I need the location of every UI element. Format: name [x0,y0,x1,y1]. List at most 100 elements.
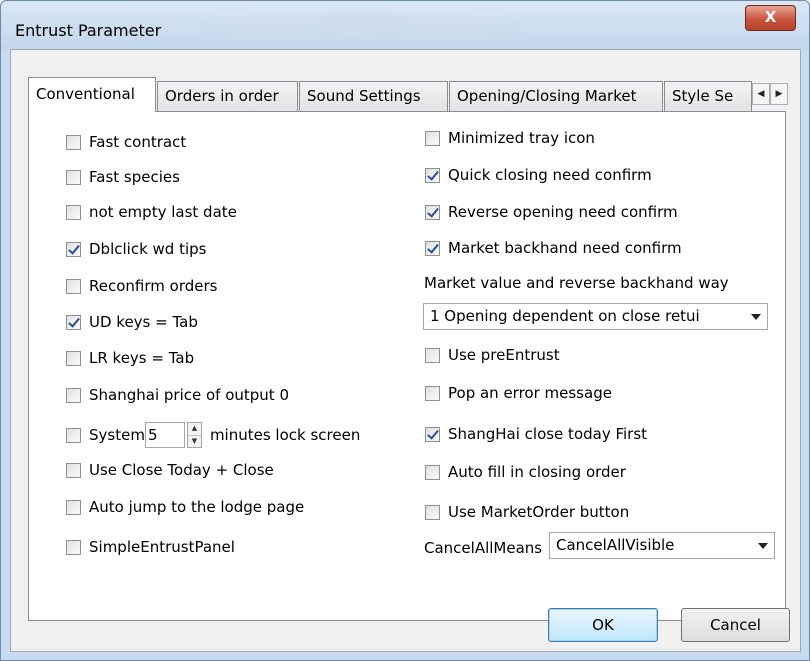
option-not-empty-last-date[interactable]: not empty last date [66,200,237,224]
option-market-backhand-confirm[interactable]: Market backhand need confirm [425,236,682,260]
option-lr-keys-tab[interactable]: LR keys = Tab [66,346,194,370]
checkbox-label: LR keys = Tab [89,349,195,367]
tab-label: Sound Settings [307,87,421,105]
tab-scroll-right-icon[interactable]: ▶ [770,83,788,105]
tab-label: Opening/Closing Market [457,87,637,105]
checkbox-label: Use MarketOrder button [448,503,630,521]
checkbox[interactable] [425,347,440,363]
checkbox-label: Shanghai price of output 0 [89,386,289,404]
tab-label: Orders in order [165,87,279,105]
checkbox[interactable] [66,427,81,443]
checkbox[interactable] [66,241,81,257]
checkbox-label: Minimized tray icon [448,129,595,147]
tab-scroll-arrows: ◀ ▶ [752,83,788,107]
option-reconfirm-orders[interactable]: Reconfirm orders [66,274,217,298]
lock-screen-suffix: minutes lock screen [209,426,361,444]
checkbox-label: System [89,426,145,444]
tab-orders-in-order[interactable]: Orders in order [157,81,298,111]
checkbox-label: Fast species [89,168,180,186]
stepper-down-icon[interactable]: ▼ [187,434,201,447]
checkbox[interactable] [66,204,81,220]
dialog-client-area: Conventional Orders in order Sound Setti… [10,49,801,652]
option-fast-contract[interactable]: Fast contract [66,130,186,154]
tab-label: Conventional [36,85,135,103]
option-reverse-opening-confirm[interactable]: Reverse opening need confirm [425,200,678,224]
tab-sound-settings[interactable]: Sound Settings [299,81,448,111]
checkbox[interactable] [66,134,81,150]
tab-label: Style Se [672,87,734,105]
backhand-way-select[interactable]: 1 Opening dependent on close retui [423,303,768,330]
checkbox-label: Pop an error message [448,384,612,402]
checkbox-label: Use Close Today + Close [89,461,274,479]
tab-conventional[interactable]: Conventional [28,77,156,112]
cancel-all-label: CancelAllMeans [424,539,543,557]
option-fast-species[interactable]: Fast species [66,165,180,189]
checkbox-label: Market backhand need confirm [448,239,682,257]
tab-strip: Conventional Orders in order Sound Setti… [28,77,788,112]
checkbox-label: Quick closing need confirm [448,166,652,184]
close-icon: X [764,8,777,26]
close-button[interactable]: X [745,5,796,31]
title-bar[interactable]: Entrust Parameter X [1,1,809,49]
option-simple-entrust-panel[interactable]: SimpleEntrustPanel [66,535,235,559]
checkbox[interactable] [66,539,81,555]
tab-scroll-left-icon[interactable]: ◀ [752,83,770,105]
option-use-marketorder-button[interactable]: Use MarketOrder button [425,500,629,524]
checkbox[interactable] [425,204,440,220]
checkbox-label: Auto fill in closing order [448,463,626,481]
backhand-way-value: 1 Opening dependent on close retui [430,307,700,325]
checkbox-label: Use preEntrust [448,346,560,364]
checkbox[interactable] [66,314,81,330]
cancel-button[interactable]: Cancel [681,608,790,642]
option-auto-fill-closing-order[interactable]: Auto fill in closing order [425,460,626,484]
checkbox[interactable] [425,464,440,480]
checkbox[interactable] [425,385,440,401]
tab-style-settings[interactable]: Style Se [664,81,752,111]
option-dblclick-wd-tips[interactable]: Dblclick wd tips [66,237,206,261]
checkbox[interactable] [425,130,440,146]
option-quick-closing-confirm[interactable]: Quick closing need confirm [425,163,652,187]
checkbox[interactable] [425,504,440,520]
lock-minutes-stepper[interactable]: ▲ ▼ [186,422,202,448]
checkbox[interactable] [425,426,440,442]
option-use-close-today[interactable]: Use Close Today + Close [66,458,274,482]
ok-button[interactable]: OK [548,608,658,642]
tab-opening-closing-market[interactable]: Opening/Closing Market [449,81,663,111]
stepper-up-icon[interactable]: ▲ [187,423,201,435]
option-system-lock-screen[interactable]: System 5 ▲ ▼ minutes lock screen [66,420,360,450]
checkbox[interactable] [66,387,81,403]
backhand-way-label: Market value and reverse backhand way [424,274,729,292]
chevron-down-icon [758,543,768,549]
cancel-all-value: CancelAllVisible [556,536,675,554]
option-pop-error-message[interactable]: Pop an error message [425,381,612,405]
checkbox-label: Fast contract [89,133,187,151]
checkbox[interactable] [66,462,81,478]
checkbox-label: Auto jump to the lodge page [89,498,305,516]
option-ud-keys-tab[interactable]: UD keys = Tab [66,310,198,334]
chevron-down-icon [751,314,761,320]
checkbox-label: Reverse opening need confirm [448,203,678,221]
checkbox-label: Dblclick wd tips [89,240,207,258]
option-auto-jump-lodge-page[interactable]: Auto jump to the lodge page [66,495,304,519]
option-shanghai-price-output-0[interactable]: Shanghai price of output 0 [66,383,289,407]
option-shanghai-close-today-first[interactable]: ShangHai close today First [425,422,647,446]
checkbox-label: Reconfirm orders [89,277,218,295]
conventional-panel: Fast contract Fast species not empty las… [28,111,786,621]
checkbox-label: ShangHai close today First [448,425,648,443]
checkbox[interactable] [66,169,81,185]
checkbox[interactable] [66,278,81,294]
checkbox[interactable] [425,167,440,183]
checkbox-label: UD keys = Tab [89,313,198,331]
lock-minutes-input[interactable]: 5 [144,422,185,448]
dialog-title: Entrust Parameter [15,21,162,40]
checkbox[interactable] [66,350,81,366]
option-use-preentrust[interactable]: Use preEntrust [425,343,560,367]
checkbox[interactable] [425,240,440,256]
title-bar-blur [181,15,541,39]
checkbox-label: SimpleEntrustPanel [89,538,235,556]
checkbox-label: not empty last date [89,203,237,221]
option-minimized-tray-icon[interactable]: Minimized tray icon [425,126,595,150]
checkbox[interactable] [66,499,81,515]
dialog-window: Entrust Parameter X Conventional Orders … [0,0,810,661]
cancel-all-select[interactable]: CancelAllVisible [549,532,775,559]
